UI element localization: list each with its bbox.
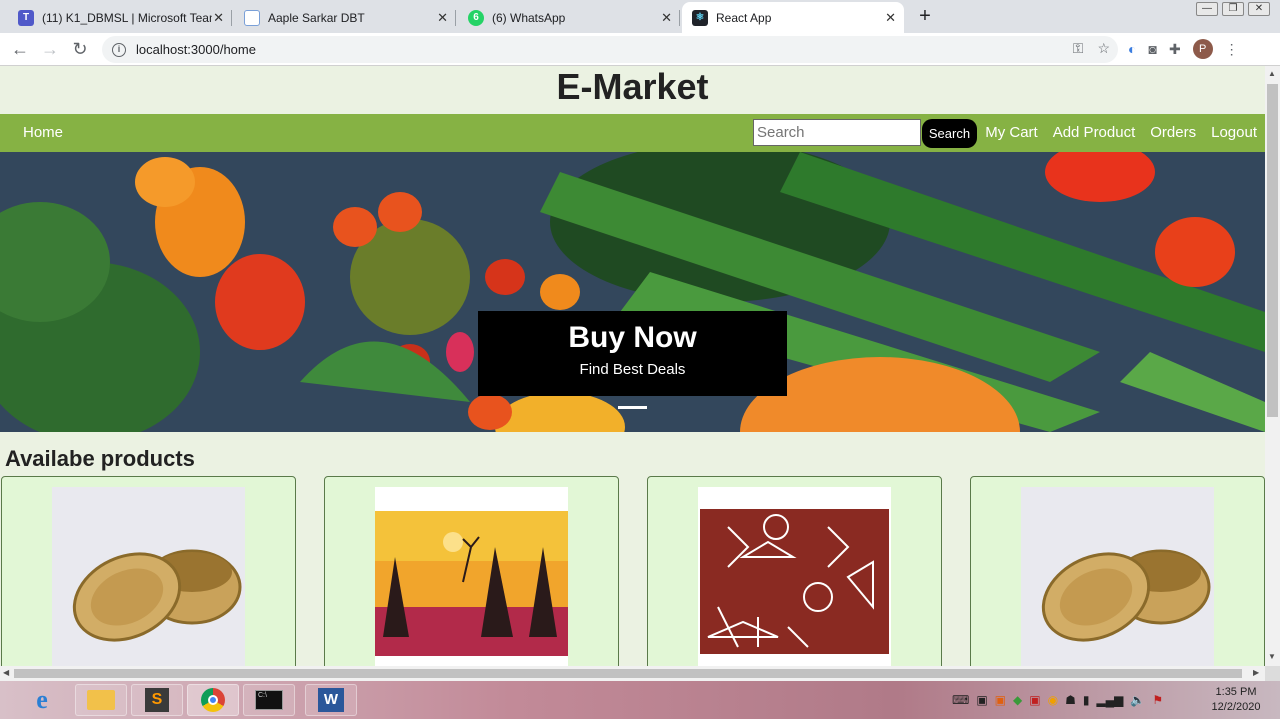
extension-icon[interactable]: ◐ (1128, 41, 1136, 57)
forward-icon[interactable]: → (40, 39, 60, 60)
language-icon[interactable]: ⌨ (952, 693, 969, 707)
scroll-right-icon[interactable]: ▶ (1253, 668, 1259, 677)
key-icon[interactable]: ⚿ (1073, 40, 1084, 57)
camera-icon[interactable]: ◙ (1148, 41, 1156, 57)
scrollbar-corner (1265, 666, 1280, 681)
puzzle-icon[interactable]: ✚ (1169, 41, 1181, 58)
clock-time: 1:35 PM (1215, 686, 1257, 698)
scroll-thumb[interactable] (1267, 84, 1278, 417)
clock-date: 12/2/2020 (1211, 701, 1261, 713)
url-text: localhost:3000/home (136, 42, 256, 57)
scroll-left-icon[interactable]: ◀ (3, 668, 9, 677)
file-explorer-icon[interactable] (75, 684, 127, 716)
tab-whatsapp[interactable]: 6 (6) WhatsApp ✕ (458, 2, 680, 33)
chrome-icon[interactable] (187, 684, 239, 716)
restore-button[interactable]: ❐ (1222, 2, 1244, 16)
tab-aaple-sarkar[interactable]: Aaple Sarkar DBT ✕ (234, 2, 456, 33)
browser-tab-strip: T (11) K1_DBMSL | Microsoft Teams ✕ Aapl… (0, 0, 1280, 33)
horizontal-scrollbar[interactable]: ◀ ▶ (0, 666, 1265, 681)
carousel-indicator[interactable] (618, 406, 647, 409)
tray-app-icon[interactable]: ◉ (1048, 693, 1058, 707)
scroll-down-icon[interactable]: ▼ (1268, 652, 1276, 661)
star-icon[interactable]: ☆ (1097, 40, 1110, 57)
tab-title: Aaple Sarkar DBT (268, 10, 365, 25)
close-icon[interactable]: ✕ (885, 10, 896, 26)
product-card[interactable] (324, 476, 619, 666)
window-controls: — ❐ ✕ (1196, 2, 1270, 16)
product-card[interactable] (647, 476, 942, 666)
whatsapp-icon: 6 (468, 9, 484, 26)
carousel-heading: Buy Now (568, 321, 697, 354)
tab-teams[interactable]: T (11) K1_DBMSL | Microsoft Teams ✕ (8, 2, 232, 33)
windows-taskbar: e S C:\ W ⌨ ▣ ▣ ◆ ▣ ◉ ☗ ▮ ▂▄▆ 🔈 ⚑ 1:35 P… (0, 681, 1280, 719)
scroll-up-icon[interactable]: ▲ (1268, 69, 1276, 78)
tab-title: React App (716, 10, 772, 25)
product-card[interactable] (1, 476, 296, 666)
reload-icon[interactable]: ↻ (70, 39, 90, 60)
search-input[interactable] (753, 119, 921, 146)
system-tray: ⌨ ▣ ▣ ◆ ▣ ◉ ☗ ▮ ▂▄▆ 🔈 ⚑ (952, 693, 1163, 707)
tab-title: (6) WhatsApp (492, 10, 566, 25)
hero-carousel[interactable]: Buy Now Find Best Deals (0, 152, 1265, 432)
scroll-thumb[interactable] (14, 669, 1242, 678)
navbar: Home Search My Cart Add Product Orders L… (0, 114, 1265, 152)
tray-app-icon[interactable]: ▣ (995, 693, 1006, 707)
carousel-subheading: Find Best Deals (579, 361, 686, 378)
search-button[interactable]: Search (922, 119, 977, 148)
tray-app-icon[interactable]: ▣ (1029, 693, 1040, 707)
site-title: E-Market (556, 66, 709, 107)
tray-app-icon[interactable]: ☗ (1065, 693, 1076, 707)
teams-icon: T (18, 9, 34, 26)
flag-icon[interactable]: ⚑ (1152, 693, 1163, 707)
product-image (698, 487, 891, 666)
page-viewport: E-Market Home Search My Cart Add Product… (0, 66, 1265, 666)
close-icon[interactable]: ✕ (437, 10, 448, 26)
nav-home-link[interactable]: Home (23, 124, 63, 141)
info-icon[interactable]: i (112, 42, 126, 57)
avatar[interactable]: P (1192, 39, 1213, 59)
power-icon[interactable]: ▮ (1083, 693, 1090, 707)
sublime-text-icon[interactable]: S (131, 684, 183, 716)
tab-react-app[interactable]: ⚛ React App ✕ (682, 2, 904, 33)
products-section-title: Availabe products (5, 446, 195, 471)
product-card[interactable] (970, 476, 1265, 666)
new-tab-button[interactable]: + (912, 4, 938, 30)
network-icon[interactable]: ▂▄▆ (1096, 693, 1123, 707)
react-icon: ⚛ (692, 9, 708, 26)
close-window-button[interactable]: ✕ (1248, 2, 1270, 16)
tray-app-icon[interactable]: ▣ (976, 693, 987, 707)
nav-orders-link[interactable]: Orders (1150, 124, 1196, 141)
word-icon[interactable]: W (305, 684, 357, 716)
nav-my-cart-link[interactable]: My Cart (985, 124, 1038, 141)
product-image (52, 487, 245, 666)
address-bar[interactable]: i localhost:3000/home ⚿ ☆ (102, 36, 1118, 63)
tab-title: (11) K1_DBMSL | Microsoft Teams (42, 10, 212, 25)
taskbar-clock[interactable]: 1:35 PM 12/2/2020 (1206, 685, 1266, 715)
tray-app-icon[interactable]: ◆ (1013, 693, 1022, 707)
volume-icon[interactable]: 🔈 (1130, 693, 1145, 707)
vertical-scrollbar[interactable]: ▲ ▼ (1265, 66, 1280, 666)
minimize-button[interactable]: — (1196, 2, 1218, 16)
back-icon[interactable]: ← (10, 39, 30, 60)
close-icon[interactable]: ✕ (213, 10, 224, 26)
close-icon[interactable]: ✕ (661, 10, 672, 26)
nav-add-product-link[interactable]: Add Product (1053, 124, 1136, 141)
carousel-caption: Buy Now Find Best Deals (478, 311, 787, 396)
product-image (375, 487, 568, 666)
nav-logout-link[interactable]: Logout (1211, 124, 1257, 141)
command-prompt-icon[interactable]: C:\ (243, 684, 295, 716)
menu-icon[interactable]: ⋮ (1225, 41, 1239, 58)
document-icon (244, 9, 260, 26)
browser-toolbar: ← → ↻ i localhost:3000/home ⚿ ☆ ◐ ◙ ✚ P … (0, 33, 1280, 66)
internet-explorer-icon[interactable]: e (16, 684, 68, 716)
product-image (1021, 487, 1214, 666)
